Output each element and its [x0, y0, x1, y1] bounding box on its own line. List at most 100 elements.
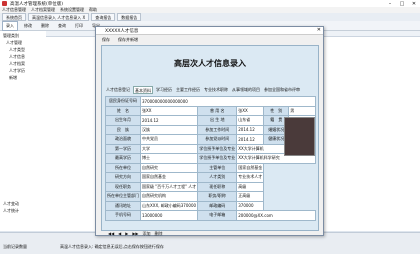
tab[interactable]: 查询报告	[91, 13, 116, 21]
field-label: 参加党派时间	[197, 134, 238, 145]
field-input[interactable]: 大学	[139, 143, 199, 154]
close-icon[interactable]: ✕	[317, 27, 321, 33]
tree-item[interactable]: 人才类型	[9, 47, 25, 53]
toolbar-button[interactable]: 查询	[55, 22, 69, 30]
field-input[interactable]: 高级	[236, 181, 265, 192]
form-tab[interactable]: 从事领域的项目	[231, 86, 261, 94]
field-label: 出 生 地	[197, 115, 238, 126]
field-input[interactable]: 13000000	[139, 210, 199, 221]
field-label: 人才类别	[197, 172, 238, 183]
status-message: 高温人才信息录入: 确定信息无误后,点击保存按钮进行保存	[60, 244, 164, 249]
field-label: 曾 用 名	[197, 105, 238, 116]
field-input[interactable]: 中共党员	[139, 134, 199, 145]
field-input[interactable]: 博士	[139, 153, 199, 164]
field-input[interactable]: 山东省	[236, 115, 265, 126]
field-label: 性 别	[263, 105, 290, 116]
field-label: 现任职称	[197, 181, 238, 192]
app-icon	[2, 1, 7, 6]
field-label: 通讯地址	[105, 200, 141, 211]
tree-item[interactable]: 新增	[9, 75, 17, 81]
tree-item[interactable]: 人才学历	[9, 68, 25, 74]
field-label: 出生年月	[105, 115, 141, 126]
form-grid: 居民身份证号码 370000000000000000 姓 名张XX 曾 用 名张XX 性…	[105, 96, 317, 221]
status-left: 当前记录数量	[3, 244, 27, 249]
tree-item[interactable]: 人才管理	[6, 40, 22, 46]
toolbar-button[interactable]: 修改	[21, 22, 35, 30]
form-row: 姓 名张XX 曾 用 名张XX 性 别男	[105, 105, 317, 116]
form-panel: 高层次人才信息录入 人才信息登记 基本资料 学习经历 主要工作经历 专业技术职称…	[101, 45, 319, 231]
field-label: 所在单位	[105, 162, 141, 173]
form-row: 手机号码 13000000 电子邮箱 200000@XX.com	[105, 210, 317, 221]
field-input[interactable]: 200000@XX.com	[236, 210, 317, 221]
field-input[interactable]: 370000000000000000	[139, 96, 317, 107]
field-input[interactable]: 山东XXX, 邮政小编码370000	[139, 200, 199, 211]
tree-item[interactable]: 人才变动	[3, 201, 19, 207]
tab[interactable]: 数据报告	[117, 13, 142, 21]
delete-button[interactable]: 删除	[154, 231, 162, 236]
form-tab[interactable]: 专业技术职称	[203, 86, 229, 94]
field-label: 现任职务	[105, 181, 141, 192]
field-label: 参加工作时间	[197, 124, 238, 135]
form-tab[interactable]: 主要工作经历	[175, 86, 201, 94]
field-label: 学位授予单位及专业	[197, 143, 238, 154]
field-label: 邮政编码	[197, 200, 238, 211]
form-row: 通讯地址 山东XXX, 邮政小编码370000 邮政编码 370000	[105, 200, 316, 211]
field-input[interactable]: 370000	[236, 200, 265, 211]
field-label: 手机号码	[105, 210, 141, 221]
next-record-button[interactable]: ▶	[125, 231, 128, 236]
field-input[interactable]: 正高级	[236, 191, 265, 202]
add-button[interactable]: 添加	[142, 231, 150, 236]
field-label: 政治面貌	[105, 134, 141, 145]
field-label: 姓 名	[105, 105, 141, 116]
dialog-toolbar: 保存 保存并新增	[96, 35, 323, 44]
tab-active[interactable]: 高温信息录入 人才信息录入 X	[28, 13, 90, 21]
form-tab-active[interactable]: 基本资料	[133, 86, 153, 94]
close-button[interactable]: ✕	[408, 0, 420, 7]
save-button[interactable]: 保存	[100, 36, 112, 44]
tree-item[interactable]: 人才信息	[9, 54, 25, 60]
field-label: 主管单位	[197, 162, 238, 173]
dialog-titlebar: XXXXX人才信息 ✕	[96, 27, 323, 35]
form-tab[interactable]: 人才信息登记	[105, 86, 131, 94]
first-record-button[interactable]: ◀◀	[108, 231, 114, 236]
form-row: 研究方向 国家自然基金 人才类别 专业技术人才	[105, 172, 316, 183]
field-label: 第一学历	[105, 143, 141, 154]
field-input[interactable]: 自然研究机构	[139, 191, 199, 202]
left-tree-pane: 管理类别 人才管理 人才类型 人才信息 人才档案 人才学历 新增 人才变动 人才…	[0, 31, 46, 231]
field-input[interactable]: 2014.12	[139, 115, 199, 126]
record-dialog: XXXXX人才信息 ✕ 保存 保存并新增 高层次人才信息录入 人才信息登记 基本…	[95, 26, 324, 236]
field-input[interactable]: 张XX	[139, 105, 199, 116]
field-input[interactable]: 国家自然基金	[236, 162, 265, 173]
main-tabs: 系统首页 高温信息录入 人才信息录入 X 查询报告 数据报告	[0, 13, 420, 21]
form-tab[interactable]: 参加全国和省市评审	[263, 86, 301, 94]
field-label: 职务/职称	[197, 191, 238, 202]
prev-record-button[interactable]: ◀	[118, 231, 121, 236]
tree-item[interactable]: 人才档案	[9, 61, 25, 67]
form-title: 高层次人才信息录入	[174, 59, 246, 68]
field-input[interactable]: 专业技术人才	[236, 172, 265, 183]
form-row: 居民身份证号码 370000000000000000	[105, 96, 317, 107]
save-new-button[interactable]: 保存并新增	[116, 36, 140, 44]
field-input[interactable]: 自然研究	[139, 162, 199, 173]
tree-item[interactable]: 管理类别	[3, 33, 19, 39]
toolbar-button[interactable]: 打印	[72, 22, 86, 30]
field-input[interactable]: 2014.12	[236, 124, 265, 135]
field-input[interactable]: 汉族	[139, 124, 199, 135]
last-record-button[interactable]: ▶▶	[132, 231, 138, 236]
field-input[interactable]: 国家级 "百千万人才工程" 人才	[139, 181, 199, 192]
field-label: 所在单位主管部门	[105, 191, 141, 202]
field-input[interactable]: 国家自然基金	[139, 172, 199, 183]
field-input[interactable]: 张XX	[236, 105, 265, 116]
tree-item[interactable]: 人才统计	[3, 208, 19, 214]
maximize-button[interactable]: □	[396, 0, 408, 7]
field-input[interactable]: 2014.12	[236, 134, 265, 145]
field-label: 研究方向	[105, 172, 141, 183]
form-tab[interactable]: 学习经历	[155, 86, 173, 94]
form-row: 现任职务 国家级 "百千万人才工程" 人才 现任职称 高级	[105, 181, 316, 192]
toolbar-button[interactable]: 删除	[38, 22, 52, 30]
minimize-button[interactable]: –	[384, 0, 396, 7]
field-input[interactable]: 男	[288, 105, 317, 116]
form-row: 所在单位 自然研究 主管单位 国家自然基金	[105, 162, 316, 173]
window-controls: – □ ✕	[384, 0, 420, 7]
toolbar-button[interactable]: 录入	[2, 20, 18, 31]
